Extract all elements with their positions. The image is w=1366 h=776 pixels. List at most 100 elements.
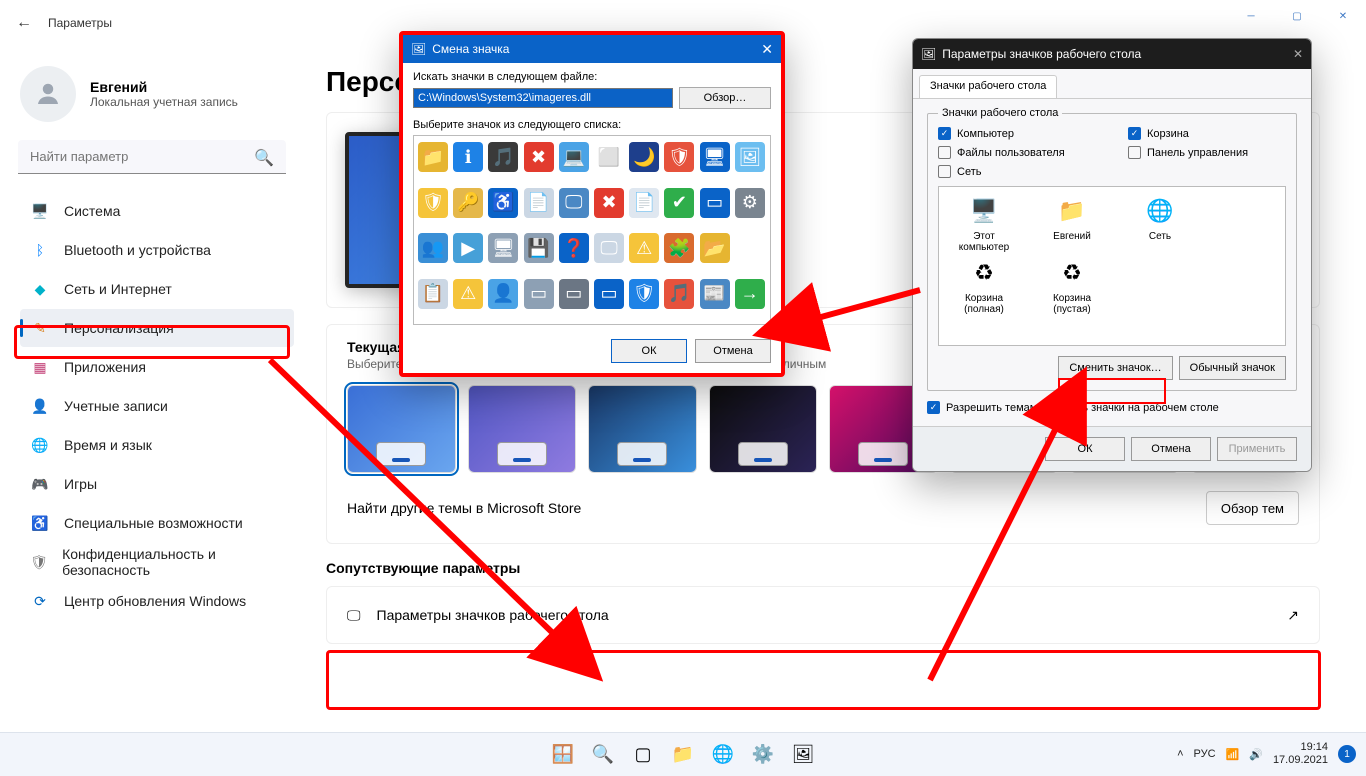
- sidebar-item[interactable]: ◆Сеть и Интернет: [20, 270, 294, 308]
- tab-desktop-icons[interactable]: Значки рабочего стола: [919, 75, 1057, 98]
- icon-option[interactable]: 🌙: [629, 142, 659, 172]
- maximize-button[interactable]: ▢: [1274, 0, 1320, 32]
- close-icon[interactable]: ✕: [1293, 47, 1303, 61]
- store-button[interactable]: Обзор тем: [1206, 491, 1299, 525]
- icon-option[interactable]: 📰: [700, 279, 730, 309]
- checkbox-Компьютер[interactable]: ✓Компьютер: [938, 127, 1088, 140]
- start-icon[interactable]: 🪟: [549, 741, 577, 769]
- icon-option[interactable]: ▭: [559, 279, 589, 309]
- icon-option[interactable]: 💻: [559, 142, 589, 172]
- icon-option[interactable]: 📋: [418, 279, 448, 309]
- default-icon-button[interactable]: Обычный значок: [1179, 356, 1286, 380]
- volume-icon[interactable]: 🔊: [1249, 748, 1263, 761]
- ok-button[interactable]: ОК: [1045, 437, 1125, 461]
- icon-option[interactable]: ✖: [594, 188, 624, 218]
- icon-option[interactable]: 💾: [524, 233, 554, 263]
- preview-icon[interactable]: 🌐Сеть: [1127, 195, 1193, 253]
- icon-option[interactable]: 📄: [524, 188, 554, 218]
- edge-icon[interactable]: 🌐: [709, 741, 737, 769]
- icon-option[interactable]: ✔: [664, 188, 694, 218]
- sidebar-item[interactable]: 🖥️Система: [20, 192, 294, 230]
- icon-option[interactable]: 🔑: [453, 188, 483, 218]
- sidebar-item[interactable]: 👤Учетные записи: [20, 387, 294, 425]
- close-icon[interactable]: ✕: [761, 41, 773, 58]
- cancel-button[interactable]: Отмена: [695, 339, 771, 363]
- icon-option[interactable]: ✖: [524, 142, 554, 172]
- sidebar-item[interactable]: 🛡Конфиденциальность и безопасность: [20, 543, 294, 581]
- icon-option[interactable]: 🛡: [629, 279, 659, 309]
- explorer-icon[interactable]: 📁: [669, 741, 697, 769]
- allow-themes-checkbox[interactable]: ✓: [927, 401, 940, 414]
- sidebar-item[interactable]: 🌐Время и язык: [20, 426, 294, 464]
- icon-option[interactable]: 📂: [700, 233, 730, 263]
- icon-option[interactable]: 🧩: [664, 233, 694, 263]
- icon-option[interactable]: ▭: [700, 188, 730, 218]
- theme-tile[interactable]: [709, 385, 818, 473]
- clock-date[interactable]: 17.09.2021: [1273, 754, 1328, 767]
- theme-tile[interactable]: [468, 385, 577, 473]
- notification-icon[interactable]: 1: [1338, 745, 1356, 763]
- icon-option[interactable]: 🛡: [418, 188, 448, 218]
- taskview-icon[interactable]: ▢: [629, 741, 657, 769]
- preview-icon[interactable]: ♻Корзина (полная): [951, 257, 1017, 315]
- apply-button[interactable]: Применить: [1217, 437, 1297, 461]
- theme-tile[interactable]: [347, 385, 456, 473]
- icon-preview[interactable]: 🖥️Этот компьютер 📁Евгений 🌐Сеть ♻Корзина (п…: [938, 186, 1286, 346]
- back-button[interactable]: ←: [12, 14, 36, 32]
- icon-grid[interactable]: 📁ℹ🎵✖💻⬜🌙🛡🖥🖼🛡🔑♿📄🖵✖📄✔▭⚙👥▶🖥💾❓🖵⚠🧩📂📋⚠👤▭▭▭🛡🎵📰→: [413, 135, 771, 325]
- desktop-icons-item[interactable]: 🖵 Параметры значков рабочего стола ↗: [326, 586, 1320, 644]
- checkbox-Файлы пользователя[interactable]: Файлы пользователя: [938, 146, 1088, 159]
- sidebar-item[interactable]: ✎Персонализация: [20, 309, 294, 347]
- checkbox-Панель управления[interactable]: Панель управления: [1128, 146, 1278, 159]
- chevron-up-icon[interactable]: ˄: [1177, 748, 1183, 760]
- icon-option[interactable]: 🛡: [664, 142, 694, 172]
- settings-icon[interactable]: ⚙️: [749, 741, 777, 769]
- search-input[interactable]: [18, 140, 286, 174]
- icon-path-input[interactable]: [413, 88, 673, 108]
- icon-option[interactable]: 👥: [418, 233, 448, 263]
- icon-option[interactable]: 🎵: [488, 142, 518, 172]
- icon-option[interactable]: ℹ: [453, 142, 483, 172]
- change-icon-button[interactable]: Сменить значок…: [1058, 356, 1172, 380]
- icon-option[interactable]: 👤: [488, 279, 518, 309]
- icon-option[interactable]: 🖵: [594, 233, 624, 263]
- icon-option[interactable]: ⚙: [735, 188, 765, 218]
- checkbox-Сеть[interactable]: Сеть: [938, 165, 1088, 178]
- icon-option[interactable]: ▭: [594, 279, 624, 309]
- sidebar-item[interactable]: ▦Приложения: [20, 348, 294, 386]
- lang-indicator[interactable]: РУС: [1194, 748, 1216, 760]
- icon-option[interactable]: 📁: [418, 142, 448, 172]
- icon-option[interactable]: 📄: [629, 188, 659, 218]
- taskbar[interactable]: 🪟 🔍 ▢ 📁 🌐 ⚙️ 🖼 ˄ РУС 📶 🔊 19:14 17.09.202…: [0, 732, 1366, 776]
- icon-option[interactable]: 🖥: [700, 142, 730, 172]
- sidebar-item[interactable]: ♿Специальные возможности: [20, 504, 294, 542]
- search-icon[interactable]: 🔍: [589, 741, 617, 769]
- network-icon[interactable]: 📶: [1226, 748, 1240, 761]
- preview-icon[interactable]: 📁Евгений: [1039, 195, 1105, 253]
- sidebar-item[interactable]: 🎮Игры: [20, 465, 294, 503]
- icon-option[interactable]: ▭: [524, 279, 554, 309]
- icon-option[interactable]: 🎵: [664, 279, 694, 309]
- minimize-button[interactable]: ─: [1228, 0, 1274, 32]
- theme-tile[interactable]: [588, 385, 697, 473]
- checkbox-Корзина[interactable]: ✓Корзина: [1128, 127, 1278, 140]
- icon-option[interactable]: ❓: [559, 233, 589, 263]
- icon-option[interactable]: ⚠: [629, 233, 659, 263]
- preview-icon[interactable]: ♻Корзина (пустая): [1039, 257, 1105, 315]
- app-icon[interactable]: 🖼: [789, 741, 817, 769]
- icon-option[interactable]: ▶: [453, 233, 483, 263]
- icon-option[interactable]: ♿: [488, 188, 518, 218]
- cancel-button[interactable]: Отмена: [1131, 437, 1211, 461]
- sidebar-item[interactable]: ⟳Центр обновления Windows: [20, 582, 294, 620]
- icon-option[interactable]: 🖥: [488, 233, 518, 263]
- icon-option[interactable]: ⚠: [453, 279, 483, 309]
- clock-time[interactable]: 19:14: [1300, 741, 1328, 754]
- preview-icon[interactable]: 🖥️Этот компьютер: [951, 195, 1017, 253]
- user-profile[interactable]: Евгений Локальная учетная запись: [14, 56, 300, 140]
- browse-button[interactable]: Обзор…: [679, 87, 771, 109]
- close-button[interactable]: ✕: [1320, 0, 1366, 32]
- icon-option[interactable]: 🖼: [735, 142, 765, 172]
- icon-option[interactable]: 🖵: [559, 188, 589, 218]
- ok-button[interactable]: ОК: [611, 339, 687, 363]
- icon-option[interactable]: [735, 233, 765, 263]
